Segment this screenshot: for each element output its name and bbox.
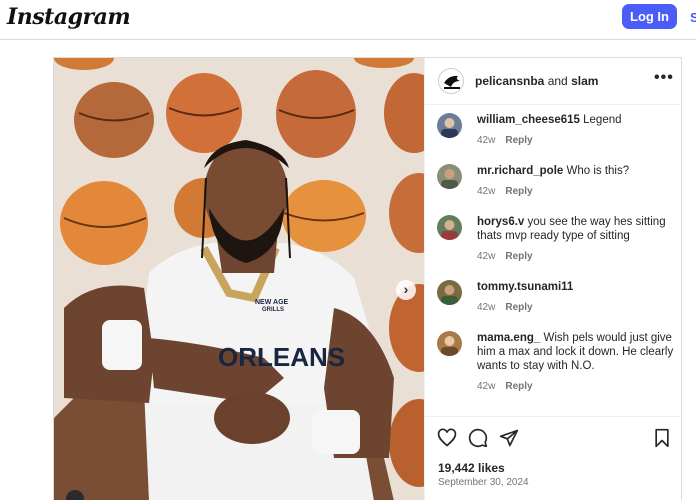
user-avatar-icon — [441, 169, 458, 189]
reply-button[interactable]: Reply — [505, 302, 532, 313]
comment-age: 42w — [477, 251, 496, 262]
author-link[interactable]: pelicansnba — [475, 74, 544, 88]
post-date: September 30, 2024 — [438, 477, 529, 488]
comment-text: horys6.v you see the way hes sitting tha… — [477, 215, 677, 243]
comment-text: william_cheese615 Legend — [477, 113, 677, 127]
comment-meta: 42w Reply — [477, 251, 533, 262]
user-avatar-icon — [441, 336, 458, 356]
reply-button[interactable]: Reply — [505, 381, 532, 392]
pelicans-avatar[interactable] — [438, 68, 464, 94]
comment-text: mr.richard_pole Who is this? — [477, 164, 677, 178]
comment-body: Who is this? — [566, 165, 630, 177]
comment-username[interactable]: tommy.tsunami11 — [477, 281, 573, 293]
user-avatar-icon — [441, 118, 458, 138]
comment-age: 42w — [477, 381, 496, 392]
next-photo-button[interactable]: › — [396, 280, 416, 300]
signup-link[interactable]: S — [690, 10, 696, 25]
pelican-logo-icon — [439, 69, 463, 93]
avatar[interactable] — [437, 331, 462, 356]
user-avatar-icon — [441, 285, 458, 305]
comment-username[interactable]: mama.eng_ — [477, 332, 540, 344]
bookmark-icon[interactable] — [653, 428, 671, 448]
avatar[interactable] — [437, 280, 462, 305]
top-nav: Instagram Log In S — [0, 0, 696, 40]
post-photo[interactable]: ORLEANS NEW AGE GRILLS › — [54, 58, 424, 500]
comment-body: Legend — [583, 114, 622, 126]
reply-button[interactable]: Reply — [505, 251, 532, 262]
comment-meta: 42w Reply — [477, 381, 533, 392]
comment-icon[interactable] — [468, 428, 488, 448]
comment-meta: 42w Reply — [477, 302, 533, 313]
comment-username[interactable]: mr.richard_pole — [477, 165, 563, 177]
comment-age: 42w — [477, 135, 496, 146]
avatar[interactable] — [437, 164, 462, 189]
jersey-brand: NEW AGE — [255, 299, 289, 306]
comment-text: tommy.tsunami11 — [477, 280, 677, 294]
and-text: and — [547, 74, 568, 88]
post-side-panel: pelicansnba and slam ••• william_cheese6… — [424, 58, 681, 500]
heart-icon[interactable] — [437, 428, 457, 448]
jersey-text: ORLEANS — [218, 342, 345, 372]
comment-text: mama.eng_ Wish pels would just give him … — [477, 331, 677, 373]
post-card: ORLEANS NEW AGE GRILLS › pelicansnba and… — [53, 57, 682, 500]
avatar[interactable] — [437, 113, 462, 138]
comment-age: 42w — [477, 186, 496, 197]
likes-count[interactable]: 19,442 likes — [438, 461, 505, 475]
share-icon[interactable] — [499, 428, 519, 448]
instagram-logo[interactable]: Instagram — [7, 4, 131, 30]
user-avatar-icon — [441, 220, 458, 240]
comment-age: 42w — [477, 302, 496, 313]
reply-button[interactable]: Reply — [505, 186, 532, 197]
post-header: pelicansnba and slam ••• — [425, 58, 681, 105]
collaborator-link[interactable]: slam — [571, 74, 598, 88]
comment-meta: 42w Reply — [477, 135, 533, 146]
comment-username[interactable]: william_cheese615 — [477, 114, 580, 126]
avatar[interactable] — [437, 215, 462, 240]
reply-button[interactable]: Reply — [505, 135, 532, 146]
jersey-sponsor: GRILLS — [262, 307, 284, 313]
more-options-icon[interactable]: ••• — [654, 69, 674, 87]
player-photo-illustration: ORLEANS NEW AGE GRILLS — [54, 58, 424, 500]
post-actions: 19,442 likes September 30, 2024 — [425, 416, 681, 500]
login-button[interactable]: Log In — [622, 4, 677, 29]
post-authors: pelicansnba and slam — [475, 74, 598, 88]
comment-username[interactable]: horys6.v — [477, 216, 524, 228]
comment-meta: 42w Reply — [477, 186, 533, 197]
